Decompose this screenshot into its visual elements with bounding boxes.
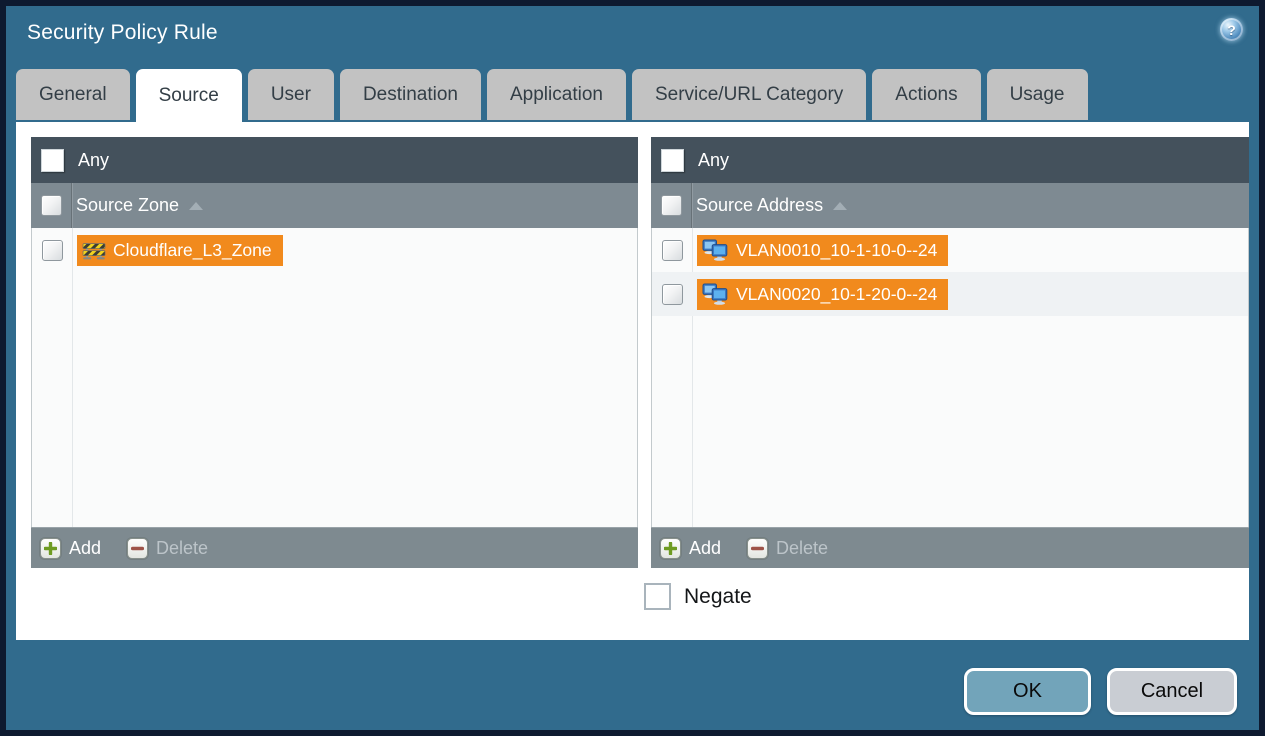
row-checkbox[interactable] [662,283,683,305]
row-checkbox[interactable] [662,239,683,261]
minus-icon [127,537,149,559]
tab-actions[interactable]: Actions [872,69,981,120]
tab-user[interactable]: User [247,69,334,120]
table-row: VLAN0020_10-1-20-0--24 [652,272,1248,316]
ok-button[interactable]: OK [964,668,1091,715]
dialog-buttons: OK Cancel [964,668,1237,715]
tab-destination[interactable]: Destination [339,69,481,120]
zone-toolbar: Add Delete [31,527,638,568]
negate-checkbox[interactable] [644,583,671,610]
address-icon [702,283,729,305]
any-header: Any [31,137,638,183]
row-checkbox[interactable] [42,239,63,261]
select-all-checkbox[interactable] [41,195,62,216]
column-header[interactable]: Source Address [651,183,1249,228]
source-zone-panel: Any Source Zone Cloudflare_L3_Zone Add D… [31,137,638,568]
column-header-label: Source Zone [76,195,180,215]
address-list: VLAN0010_10-1-10-0--24 VLAN0020_10-1-20-0… [651,228,1249,527]
delete-button[interactable]: Delete [127,537,209,559]
column-divider [72,228,73,527]
tab-application[interactable]: Application [487,69,626,120]
table-row: Cloudflare_L3_Zone [32,228,637,272]
source-address-panel: Any Source Address VLAN0010_10-1-10-0--2… [651,137,1249,568]
negate-label: Negate [684,584,752,608]
column-divider [71,183,72,228]
sort-ascending-icon [189,201,204,210]
dialog-content: Any Source Zone Cloudflare_L3_Zone Add D… [16,122,1249,640]
cancel-button[interactable]: Cancel [1107,668,1237,715]
sort-ascending-icon [833,201,848,210]
minus-icon [747,537,769,559]
object-label: Cloudflare_L3_Zone [113,239,272,260]
address-icon [702,239,729,261]
add-button[interactable]: Add [40,537,102,559]
any-checkbox[interactable] [661,148,684,172]
delete-button[interactable]: Delete [747,537,829,559]
plus-icon [660,537,681,559]
object-label: VLAN0020_10-1-20-0--24 [736,283,938,304]
address-toolbar: Add Delete [651,527,1249,568]
add-button[interactable]: Add [660,537,722,559]
add-label: Add [69,537,102,558]
plus-icon [40,537,61,559]
zone-list: Cloudflare_L3_Zone [31,228,638,527]
column-header-label: Source Address [696,195,824,215]
help-icon[interactable]: ? [1220,18,1243,41]
negate-row: Negate [644,583,752,610]
select-all-checkbox[interactable] [661,195,682,216]
tab-usage[interactable]: Usage [986,69,1088,120]
table-row: VLAN0010_10-1-10-0--24 [652,228,1248,272]
column-divider [691,183,692,228]
any-header: Any [651,137,1249,183]
security-policy-rule-dialog: Security Policy Rule ? General Source User… [0,0,1265,736]
any-checkbox[interactable] [41,148,64,172]
tab-bar: General Source User Destination Application S… [16,69,1249,122]
delete-label: Delete [156,537,209,558]
object-tag[interactable]: Cloudflare_L3_Zone [77,234,283,266]
tab-general[interactable]: General [16,69,130,120]
column-header[interactable]: Source Zone [31,183,638,228]
any-label: Any [698,149,730,170]
zone-icon [82,240,106,260]
object-tag[interactable]: VLAN0010_10-1-10-0--24 [697,234,949,266]
any-label: Any [78,149,110,170]
delete-label: Delete [776,537,829,558]
page-title: Security Policy Rule [27,21,218,44]
add-label: Add [689,537,722,558]
tab-service-url-category[interactable]: Service/URL Category [631,69,867,120]
object-tag[interactable]: VLAN0020_10-1-20-0--24 [697,278,949,310]
tab-source[interactable]: Source [135,69,242,122]
object-label: VLAN0010_10-1-10-0--24 [736,239,938,260]
